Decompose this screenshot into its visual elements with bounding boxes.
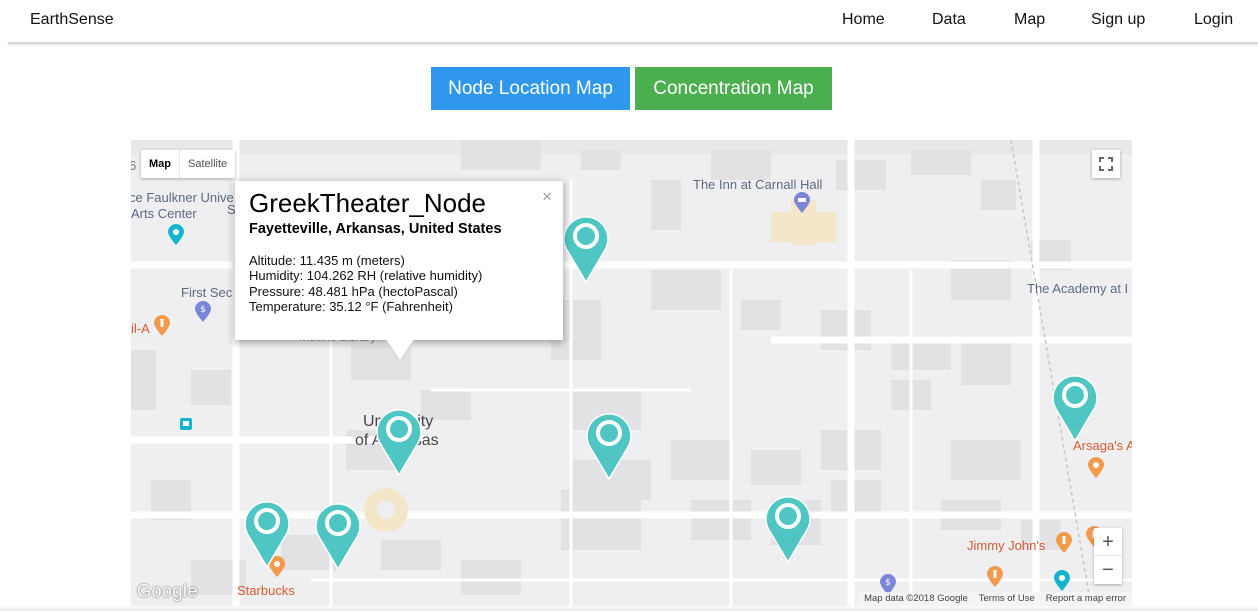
map-attribution: Map data ©2018 Google Terms of Use Repor…	[858, 592, 1132, 606]
nav-signup[interactable]: Sign up	[1091, 11, 1145, 29]
restaurant-poi-icon[interactable]	[153, 315, 171, 337]
node-location: Fayetteville, Arkansas, United States	[249, 221, 502, 237]
node-altitude: Altitude: 11.435 m (meters)	[249, 253, 405, 268]
bank-poi-icon[interactable]: $	[194, 301, 212, 323]
node-marker-icon[interactable]	[243, 498, 291, 568]
node-title: GreekTheater_Node	[249, 188, 487, 218]
nav-data[interactable]: Data	[932, 11, 966, 29]
map-label-inn-at-carnall: The Inn at Carnall Hall	[693, 177, 823, 192]
map-label-chick: il-A	[131, 321, 150, 336]
map-label-faulkner: ce Faulkner Unive	[131, 190, 234, 205]
zoom-control: + −	[1094, 528, 1122, 584]
info-window-pointer	[386, 339, 414, 362]
terms-of-use-link[interactable]: Terms of Use	[979, 592, 1035, 606]
brand-logo[interactable]: EarthSense	[30, 11, 114, 29]
concentration-map-button[interactable]: Concentration Map	[635, 67, 832, 110]
node-temperature: Temperature: 35.12 °F (Fahrenheit)	[249, 299, 453, 314]
cafe-poi-icon-arsaga[interactable]	[1087, 457, 1105, 479]
node-pressure: Pressure: 48.481 hPa (hectoPascal)	[249, 284, 458, 299]
node-marker-icon[interactable]	[1051, 372, 1099, 442]
nav-home[interactable]: Home	[842, 11, 885, 29]
navbar-divider	[8, 42, 1258, 44]
top-navbar: EarthSense Home Data Map Sign up Login	[0, 0, 1258, 44]
map-label-first-security: First Sec	[181, 285, 233, 300]
google-logo[interactable]: Google	[137, 581, 198, 602]
report-map-error-link[interactable]: Report a map error	[1046, 592, 1126, 606]
node-info-window: GreekTheater_Node Fayetteville, Arkansas…	[235, 181, 563, 340]
fullscreen-icon	[1099, 157, 1113, 171]
fullscreen-button[interactable]	[1092, 150, 1120, 178]
node-marker-icon[interactable]	[562, 213, 610, 283]
shop-poi-icon[interactable]	[1053, 570, 1071, 592]
map-type-control: Map Satellite	[141, 150, 236, 178]
node-location-map-button[interactable]: Node Location Map	[431, 67, 630, 110]
map-label-starbucks: Starbucks	[237, 583, 295, 598]
map-type-map-button[interactable]: Map	[141, 150, 179, 178]
zoom-in-button[interactable]: +	[1094, 528, 1122, 556]
map-label-edge: 6	[131, 158, 137, 173]
node-marker-icon[interactable]	[314, 500, 362, 570]
svg-text:$: $	[885, 578, 891, 588]
map-label-jimmy-johns: Jimmy John's	[967, 538, 1046, 553]
nav-map[interactable]: Map	[1014, 11, 1045, 29]
restaurant-poi-icon-south[interactable]	[986, 566, 1004, 588]
nav-login[interactable]: Login	[1194, 11, 1233, 29]
node-marker-icon[interactable]	[585, 410, 633, 480]
map-label-arts-center: Arts Center	[131, 206, 197, 221]
cafe-poi-icon[interactable]	[167, 224, 185, 246]
svg-text:$: $	[200, 305, 206, 315]
hotel-poi-icon[interactable]	[793, 192, 811, 214]
map-label-academy: The Academy at I	[1027, 281, 1129, 296]
close-icon[interactable]: ×	[542, 187, 552, 207]
restaurant-poi-icon-jimmy[interactable]	[1055, 532, 1073, 554]
node-marker-icon[interactable]	[764, 493, 812, 563]
node-marker-icon-greektheater[interactable]	[375, 406, 423, 476]
transit-poi-icon[interactable]	[179, 417, 193, 431]
map-data-credit: Map data ©2018 Google	[864, 593, 968, 604]
map-type-satellite-button[interactable]: Satellite	[179, 150, 235, 178]
zoom-out-button[interactable]: −	[1094, 556, 1122, 584]
node-humidity: Humidity: 104.262 RH (relative humidity)	[249, 268, 483, 283]
